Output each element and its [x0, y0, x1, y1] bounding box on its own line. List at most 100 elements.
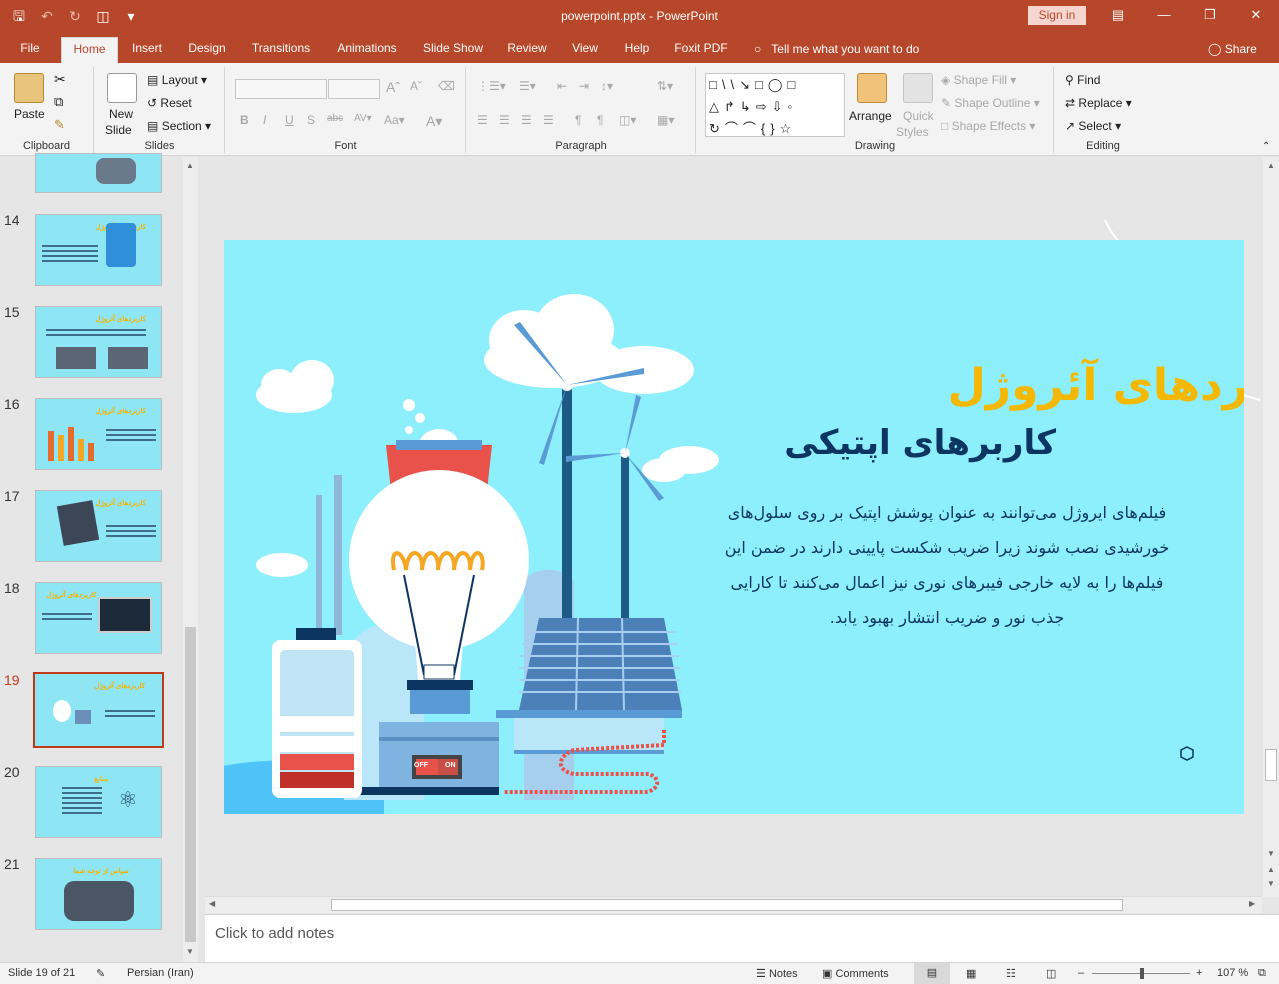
canvas-vertical-scrollbar[interactable]: ▲ ▼ ▲ ▼ [1263, 157, 1279, 897]
thumbnail-20[interactable]: منابع ⚛ [35, 766, 162, 838]
clear-formatting-icon[interactable]: ⌫ [438, 79, 455, 93]
language-indicator[interactable]: Persian (Iran) [127, 967, 194, 979]
scroll-down-icon[interactable]: ▼ [186, 947, 194, 956]
slide-subtitle[interactable]: کاربرهای اپتیکی [784, 423, 1056, 463]
find-button[interactable]: ⚲ Find [1065, 73, 1100, 87]
tab-transitions[interactable]: Transitions [245, 37, 317, 63]
shape-fill-button[interactable]: ◈ Shape Fill ▾ [941, 73, 1016, 87]
change-case-icon[interactable]: Aa▾ [384, 113, 405, 127]
increase-font-icon[interactable]: Aˆ [386, 79, 400, 95]
thumbnail-17[interactable]: کاربردهای آئروژل [35, 490, 162, 562]
text-direction-icon[interactable]: ⇅▾ [657, 79, 673, 93]
section-button[interactable]: ▤ Section ▾ [147, 119, 211, 133]
increase-indent-icon[interactable]: ⇥ [579, 79, 589, 93]
ribbon-display-options-icon[interactable]: ▤ [1095, 0, 1141, 32]
sign-in-button[interactable]: Sign in [1028, 6, 1086, 25]
rtl-icon[interactable]: ¶ [597, 113, 603, 127]
slide-sorter-icon[interactable]: ▦ [966, 967, 976, 980]
align-left-icon[interactable]: ☰ [477, 113, 488, 127]
thumbnail-18[interactable]: کاربردهای آئروژل [35, 582, 162, 654]
new-slide-label-2[interactable]: Slide [105, 123, 132, 137]
slide-title[interactable]: کاربردهای آئروژل [944, 360, 1244, 411]
justify-icon[interactable]: ☰ [543, 113, 554, 127]
shapes-gallery[interactable]: □\\↘□◯□ △↱↳⇨⇩◦ ↻⌒⌒{}☆ [705, 73, 845, 137]
new-slide-icon[interactable] [107, 73, 137, 103]
normal-view-icon[interactable]: ▤ [914, 963, 950, 984]
scroll-left-icon[interactable]: ◀ [209, 899, 215, 908]
next-slide-icon[interactable]: ▼ [1267, 879, 1275, 888]
tab-foxit-pdf[interactable]: Foxit PDF [670, 37, 732, 63]
replace-button[interactable]: ⇄ Replace ▾ [1065, 96, 1132, 110]
scroll-thumb[interactable] [185, 627, 196, 942]
reading-view-icon[interactable]: ☷ [1006, 967, 1016, 980]
font-size-combo[interactable] [328, 79, 380, 99]
underline-icon[interactable]: U [285, 113, 294, 127]
arrange-button[interactable]: Arrange [849, 109, 892, 123]
decrease-indent-icon[interactable]: ⇤ [557, 79, 567, 93]
thumbnails-scrollbar[interactable]: ▲ ▼ [183, 157, 198, 962]
thumbnail-15[interactable]: کاربردهای آئروژل [35, 306, 162, 378]
tab-slide-show[interactable]: Slide Show [418, 37, 488, 63]
quick-styles-icon[interactable] [903, 73, 933, 103]
quick-styles-label-2[interactable]: Styles [896, 125, 929, 139]
tab-insert[interactable]: Insert [124, 37, 170, 63]
slide-show-icon[interactable]: ◫ [1046, 967, 1056, 980]
notes-toggle[interactable]: ☰ Notes [756, 967, 798, 980]
line-spacing-icon[interactable]: ↕▾ [601, 79, 613, 93]
collapse-ribbon-icon[interactable]: ⌃ [1262, 141, 1270, 152]
thumbnail-19-selected[interactable]: کاربردهای آئروژل [33, 672, 164, 748]
share-button[interactable]: ◯ Share [1208, 42, 1257, 56]
quick-styles-label-1[interactable]: Quick [903, 109, 934, 123]
decrease-font-icon[interactable]: Aˇ [410, 79, 422, 93]
scroll-thumb[interactable] [331, 899, 1123, 911]
notes-placeholder[interactable]: Click to add notes [215, 925, 334, 942]
shadow-icon[interactable]: S [307, 113, 315, 127]
comments-toggle[interactable]: ▣ Comments [822, 967, 889, 980]
scroll-up-icon[interactable]: ▲ [1267, 161, 1275, 170]
slide-19[interactable]: OFF ON کاربردهای آئروژل کاربرهای اپتیکی … [224, 240, 1244, 814]
smartart-icon[interactable]: ▦▾ [657, 113, 674, 127]
thumbnail-14[interactable]: کاربردهای آئروژل [35, 214, 162, 286]
shape-outline-button[interactable]: ✎ Shape Outline ▾ [941, 96, 1040, 110]
thumbnail-16[interactable]: کاربردهای آئروژل [35, 398, 162, 470]
thumbnail-21[interactable]: سپاس از توجه شما [35, 858, 162, 930]
ltr-icon[interactable]: ¶ [575, 113, 581, 127]
font-color-icon[interactable]: A▾ [426, 113, 442, 130]
bullets-icon[interactable]: ⋮☰▾ [477, 79, 506, 93]
zoom-in-icon[interactable]: + [1196, 967, 1202, 979]
slide-body-text[interactable]: فیلم‌های ایروژل می‌توانند به عنوان پوشش … [714, 495, 1180, 635]
paste-icon[interactable] [14, 73, 44, 103]
columns-icon[interactable]: ◫▾ [619, 113, 636, 127]
format-painter-icon[interactable]: ✎ [54, 117, 65, 133]
fit-to-window-icon[interactable]: ⧉ [1258, 967, 1266, 980]
numbering-icon[interactable]: ☰▾ [519, 79, 536, 93]
minimize-icon[interactable]: — [1141, 0, 1187, 32]
font-name-combo[interactable] [235, 79, 327, 99]
bold-icon[interactable]: B [240, 113, 249, 127]
previous-slide-icon[interactable]: ▲ [1267, 865, 1275, 874]
new-slide-label-1[interactable]: New [109, 107, 133, 121]
tab-animations[interactable]: Animations [330, 37, 404, 63]
tab-design[interactable]: Design [182, 37, 232, 63]
copy-icon[interactable]: ⧉ [54, 94, 63, 110]
align-right-icon[interactable]: ☰ [521, 113, 532, 127]
character-spacing-icon[interactable]: AV▾ [354, 113, 372, 124]
reset-button[interactable]: ↺ Reset [147, 96, 192, 110]
paste-button[interactable]: Paste [14, 107, 45, 121]
scroll-up-icon[interactable]: ▲ [186, 161, 194, 170]
thumbnail-13-partial[interactable] [35, 153, 162, 193]
tab-home[interactable]: Home [61, 37, 118, 63]
scroll-right-icon[interactable]: ▶ [1249, 899, 1255, 908]
zoom-level[interactable]: 107 % [1217, 967, 1248, 979]
align-center-icon[interactable]: ☰ [499, 113, 510, 127]
restore-icon[interactable]: ❐ [1187, 0, 1233, 32]
arrange-icon[interactable] [857, 73, 887, 103]
zoom-slider-thumb[interactable] [1140, 968, 1144, 979]
notes-pane[interactable]: Click to add notes [205, 914, 1279, 962]
italic-icon[interactable]: I [263, 113, 266, 127]
tab-review[interactable]: Review [502, 37, 552, 63]
tab-view[interactable]: View [566, 37, 604, 63]
spell-check-icon[interactable]: ✎ [96, 967, 105, 980]
canvas-horizontal-scrollbar[interactable]: ◀ ▶ [205, 896, 1262, 913]
tab-help[interactable]: Help [618, 37, 656, 63]
